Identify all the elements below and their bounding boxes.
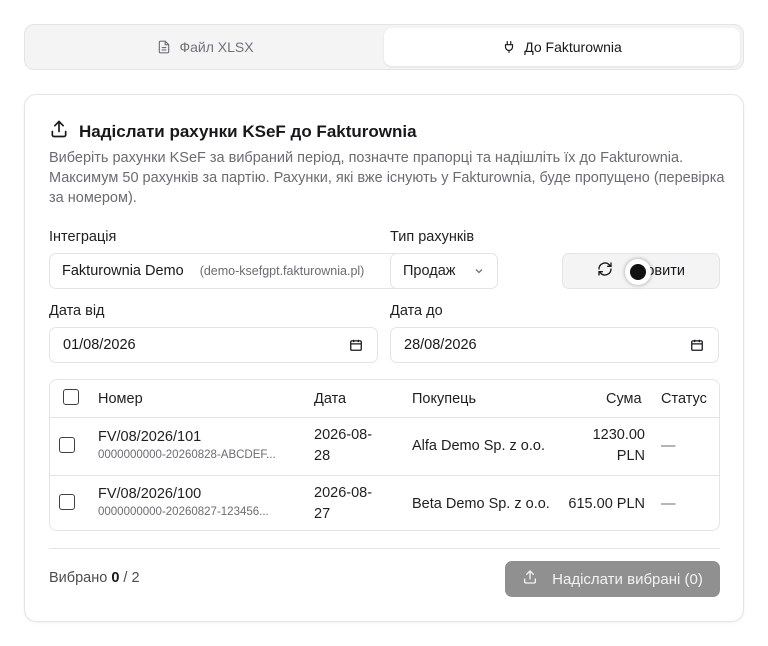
file-icon [157,40,171,54]
send-selected-button[interactable]: Надіслати вибрані (0) [505,561,720,597]
date-to-label: Дата до [390,303,443,319]
date-from-value: 01/08/2026 [63,337,136,353]
invoice-number: FV/08/2026/100 [98,486,202,502]
invoice-status: — [661,438,676,454]
header-buyer: Покупець [412,391,477,407]
cursor-indicator [625,259,651,285]
integration-label: Інтеграція [49,229,117,245]
date-to-input[interactable]: 28/08/2026 [390,327,719,363]
row-checkbox[interactable] [59,437,75,453]
selected-number: 0 [111,570,120,586]
upload-icon [49,119,69,144]
refresh-icon [597,261,613,281]
selected-count: Вибрано 0 / 2 [49,570,140,586]
invoice-amount-line1: 615.00 PLN [568,496,645,512]
date-from-input[interactable]: 01/08/2026 [49,327,378,363]
ksef-id: 0000000000-20260828-ABCDEF... [98,449,276,461]
integration-name: Fakturownia Demo [62,263,184,279]
invoice-date-line1: 2026-08- [314,485,373,501]
date-to-value: 28/08/2026 [404,337,477,353]
plug-icon [502,40,516,54]
header-amount: Сума [606,391,642,407]
invoice-date-line2: 27 [314,506,331,522]
invoice-type-select[interactable]: Продаж [390,253,498,289]
header-number: Номер [98,391,143,407]
header-status: Статус [661,391,707,407]
date-from-label: Дата від [49,303,105,319]
invoice-buyer: Alfa Demo Sp. z o.o. [412,438,545,454]
invoice-type-value: Продаж [403,263,456,279]
card-description: Виберіть рахунки KSeF за вибраний період… [49,150,725,206]
calendar-icon[interactable] [690,338,704,356]
invoice-buyer: Beta Demo Sp. z o.o. [412,496,550,512]
ksef-id: 0000000000-20260827-123456... [98,506,269,518]
card-title: Надіслати рахунки KSeF до Fakturownia [49,119,417,144]
upload-icon [522,569,538,589]
send-invoices-card: Надіслати рахунки KSeF до Fakturownia Ви… [24,94,744,622]
tab-fakturownia[interactable]: До Fakturownia [384,28,740,66]
invoices-table: Номер Дата Покупець Сума Статус FV/08/20… [49,379,720,531]
header-divider [50,417,719,418]
invoice-type-label: Тип рахунків [390,229,475,245]
row-divider [50,475,719,476]
tab-fakturownia-label: До Fakturownia [524,39,622,55]
integration-select[interactable]: Fakturownia Demo (demo-ksefgpt.fakturown… [49,253,431,289]
tab-xlsx-label: Файл XLSX [179,39,254,55]
invoice-amount-line2: PLN [616,448,645,464]
row-checkbox[interactable] [59,494,75,510]
integration-domain: (demo-ksefgpt.fakturownia.pl) [199,264,365,278]
invoice-number: FV/08/2026/101 [98,429,202,445]
invoice-date-line2: 28 [314,448,331,464]
tab-bar: Файл XLSX До Fakturownia [24,24,744,70]
card-title-text: Надіслати рахунки KSeF до Fakturownia [79,121,417,141]
invoice-date-line1: 2026-08- [314,427,373,443]
select-all-checkbox[interactable] [63,389,79,405]
footer-divider [49,548,720,549]
invoice-status: — [661,496,676,512]
tab-xlsx-file[interactable]: Файл XLSX [28,28,383,66]
chevron-down-icon [473,265,485,281]
selected-prefix: Вибрано [49,570,108,586]
selected-total: / 2 [123,570,140,586]
send-selected-label: Надіслати вибрані (0) [552,570,703,588]
header-date: Дата [314,391,347,407]
invoice-amount-line1: 1230.00 [592,427,645,443]
calendar-icon[interactable] [349,338,363,356]
